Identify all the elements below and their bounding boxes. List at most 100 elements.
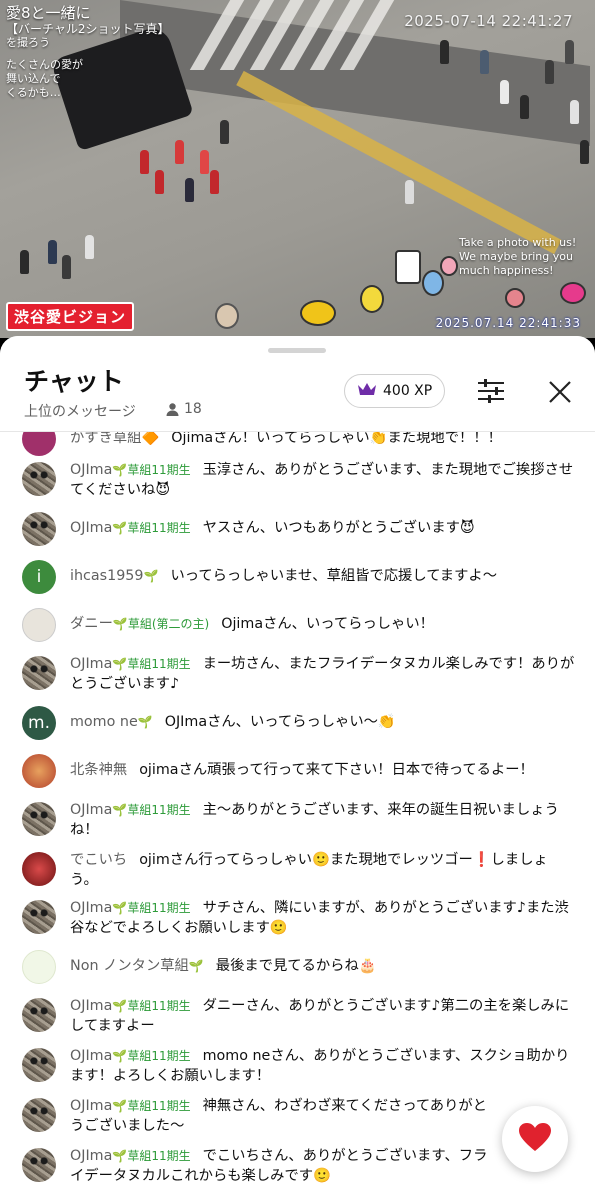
author-text: OJIma [70, 900, 113, 916]
overlay-promo-english: Take a photo with us! We maybe bring you… [459, 236, 577, 277]
author-name: ダニー🌱草組(第二の主) [70, 616, 209, 632]
avatar[interactable] [22, 608, 56, 642]
author-name: OJIma🌱草組11期生 [70, 462, 191, 478]
pedestrian [570, 100, 579, 124]
like-button[interactable] [502, 1106, 568, 1172]
avatar[interactable]: m. [22, 706, 56, 740]
close-button[interactable] [544, 376, 576, 408]
avatar[interactable] [22, 950, 56, 984]
message-content: OJIma🌱草組11期生 でこいちさん、ありがとうございます、フライデータヌカルこ… [70, 1146, 490, 1186]
promo-line: を撮ろう [6, 36, 50, 49]
author-name: でこいち [70, 852, 127, 868]
xp-button[interactable]: 400 XP [344, 374, 446, 408]
promo-line: たくさんの愛が [6, 58, 83, 71]
message-text: ojimaさん頑張って行って来て下さい！日本で待ってるよー！ [139, 762, 534, 778]
avatar[interactable] [22, 754, 56, 788]
pedestrian [48, 240, 57, 264]
author-text: Non ノンタン草組 [70, 958, 189, 974]
author-badge: 🌱 [137, 715, 153, 729]
top-messages-dropdown[interactable]: 上位のメッセージ [24, 401, 136, 421]
author-text: OJIma [70, 802, 113, 818]
pedestrian [175, 140, 184, 164]
message-text: ojimさん行ってらっしゃい🙂また現地でレッツゴー❗しましょう。 [70, 852, 548, 888]
mascot-sticker [422, 270, 444, 296]
video-player[interactable]: 愛8と一緒に 【バーチャル2ショット写真】 を撮ろう たくさんの愛が 舞い込んで… [0, 0, 595, 338]
author-badge: 🌱草組11期生 [112, 999, 191, 1013]
close-icon [544, 381, 576, 412]
message-content: OJIma🌱草組11期生 主～ありがとうございます、来年の誕生日祝いましょうね！ [70, 800, 575, 840]
promo-line: 愛8と一緒に [6, 4, 91, 22]
avatar[interactable] [22, 998, 56, 1032]
avatar[interactable] [22, 432, 56, 456]
avatar[interactable] [22, 512, 56, 546]
author-name: OJIma🌱草組11期生 [70, 520, 191, 536]
author-name: ihcas1959🌱 [70, 568, 158, 584]
viewer-count: 18 [165, 401, 202, 417]
author-text: momo ne [70, 714, 138, 730]
pedestrian [210, 170, 219, 194]
pedestrian [62, 255, 71, 279]
author-name: 北条神無 [70, 762, 127, 778]
mascot-sticker [360, 285, 384, 313]
author-text: OJIma [70, 1148, 113, 1164]
pedestrian [545, 60, 554, 84]
author-badge: 🌱草組11期生 [112, 521, 191, 535]
author-badge: 🌱草組11期生 [112, 1049, 191, 1063]
chat-header: チャット 上位のメッセージ 18 400 XP [0, 336, 595, 432]
avatar[interactable]: i [22, 560, 56, 594]
message-content: momo ne🌱 OJImaさん、いってらっしゃい～👏 [70, 712, 575, 732]
message-text: いってらっしゃいませ、草組皆で応援してますよ～ [170, 568, 497, 584]
avatar[interactable] [22, 802, 56, 836]
author-text: 北条神無 [70, 762, 128, 778]
pedestrian [85, 235, 94, 259]
tune-button[interactable] [474, 376, 508, 406]
promo-line: 舞い込んで [6, 72, 61, 85]
author-text: OJIma [70, 1098, 113, 1114]
avatar[interactable] [22, 900, 56, 934]
author-text: でこいち [70, 852, 128, 868]
author-text: ダニー [70, 616, 113, 632]
avatar[interactable] [22, 1098, 56, 1132]
author-name: かすき草組🔶 [70, 432, 159, 446]
author-text: OJIma [70, 1048, 113, 1064]
message-content: OJIma🌱草組11期生 ダニーさん、ありがとうございます♪第二の主を楽しみにして… [70, 996, 575, 1036]
message-content: ihcas1959🌱 いってらっしゃいませ、草組皆で応援してますよ～ [70, 566, 575, 586]
viewer-count-value: 18 [184, 401, 202, 417]
pedestrian [480, 50, 489, 74]
author-name: Non ノンタン草組🌱 [70, 958, 204, 974]
mascot-sticker [505, 288, 525, 308]
message-text: 最後まで見てるからね🎂 [215, 958, 377, 974]
avatar[interactable] [22, 1048, 56, 1082]
promo-overlay-text: 愛8と一緒に 【バーチャル2ショット写真】 を撮ろう たくさんの愛が 舞い込んで… [6, 4, 170, 100]
message-text: ヤスさん、いつもありがとうございます😈 [202, 520, 475, 536]
pedestrian [565, 40, 574, 64]
crown-icon [357, 381, 377, 401]
person-icon [165, 402, 180, 417]
drag-handle[interactable] [268, 348, 326, 353]
author-name: OJIma🌱草組11期生 [70, 656, 191, 672]
promo-line: くるかも… [6, 86, 61, 99]
avatar[interactable] [22, 1148, 56, 1182]
message-list[interactable]: かすき草組🔶 Ojimaさん！いってらっしゃい👏また現地で！！！ OJIma🌱草組… [0, 432, 595, 1200]
pedestrian [200, 150, 209, 174]
xp-label: 400 XP [383, 383, 433, 399]
message-content: 北条神無 ojimaさん頑張って行って来て下さい！日本で待ってるよー！ [70, 760, 575, 780]
avatar[interactable] [22, 462, 56, 496]
author-badge: 🔶 [141, 432, 160, 446]
chat-title: チャット [24, 367, 124, 396]
author-text: OJIma [70, 520, 113, 536]
author-name: OJIma🌱草組11期生 [70, 1098, 191, 1114]
promo-line: 【バーチャル2ショット写真】 [6, 22, 170, 36]
author-name: OJIma🌱草組11期生 [70, 998, 191, 1014]
pedestrian [220, 120, 229, 144]
overlay-date: 2025-07-14 22:41:27 [404, 12, 573, 30]
tune-icon [474, 379, 508, 410]
overlay-timestamp: 2025.07.14 22:41:33 [435, 316, 581, 330]
author-name: OJIma🌱草組11期生 [70, 802, 191, 818]
message-content: かすき草組🔶 Ojimaさん！いってらっしゃい👏また現地で！！！ [70, 432, 575, 448]
message-content: OJIma🌱草組11期生 まー坊さん、またフライデータヌカル楽しみです！ありがとう… [70, 654, 575, 694]
avatar[interactable] [22, 852, 56, 886]
mascot-sticker [300, 300, 336, 326]
avatar[interactable] [22, 656, 56, 690]
author-badge: 🌱草組11期生 [112, 901, 191, 915]
